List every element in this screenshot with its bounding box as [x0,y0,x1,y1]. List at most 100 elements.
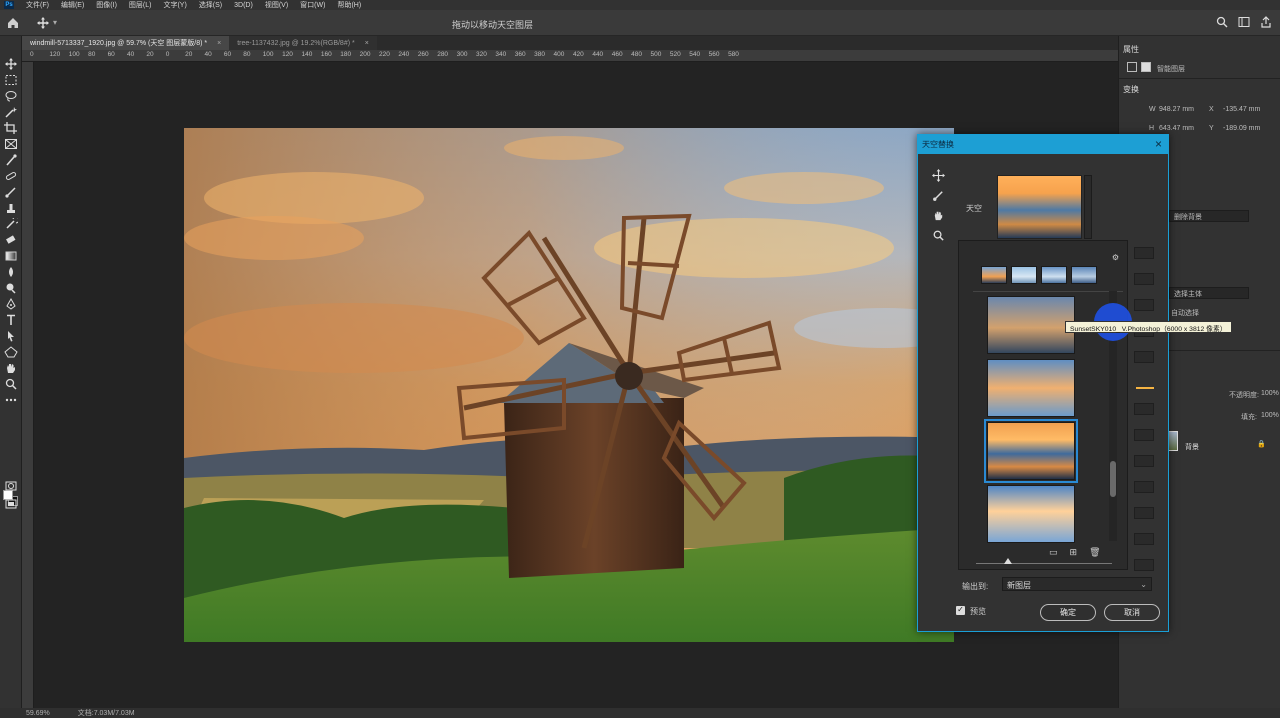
thumbnail-size-slider[interactable] [976,563,1112,564]
layer-name[interactable]: 背景 [1185,442,1199,452]
menu-window[interactable]: 窗口(W) [300,0,325,10]
menu-layer[interactable]: 图层(L) [129,0,152,10]
clone-stamp-icon[interactable] [4,202,18,214]
setting-field[interactable] [1134,507,1154,519]
menu-3d[interactable]: 3D(D) [234,2,253,9]
home-icon[interactable] [6,16,20,30]
menu-view[interactable]: 视图(V) [265,0,288,10]
lock-icon[interactable]: 🔒 [1257,440,1266,448]
sky-thumb-2[interactable] [987,359,1075,417]
zoom-level[interactable]: 59.69% [26,710,50,717]
setting-field[interactable] [1134,351,1154,363]
add-icon[interactable]: ⊞ [1070,547,1078,558]
search-icon[interactable] [1216,16,1228,28]
trash-icon[interactable]: 🗑 [1089,547,1100,558]
setting-field[interactable] [1134,403,1154,415]
sky-preset-mini-4[interactable] [1071,266,1097,284]
share-icon[interactable] [1260,16,1272,28]
fill-value[interactable]: 100% [1261,412,1279,419]
more-tools-icon[interactable] [4,394,18,406]
setting-field[interactable] [1134,429,1154,441]
menu-edit[interactable]: 编辑(E) [61,0,84,10]
sky-brush-icon[interactable] [932,189,946,203]
gradient-icon[interactable] [4,250,18,262]
screen-mode-icon[interactable] [4,498,18,510]
move-icon[interactable] [4,58,18,70]
sky-preset-mini-3[interactable] [1041,266,1067,284]
history-brush-icon[interactable] [4,216,20,230]
setting-field[interactable] [1134,533,1154,545]
tab-windmill[interactable]: windmill-5713337_1920.jpg @ 59.7% (天空 图层… [22,36,230,50]
ruler-tick-label: 560 [708,51,720,58]
ruler-vertical[interactable] [22,62,34,708]
quick-mask-icon[interactable] [4,480,18,492]
y-value[interactable]: -189.09 mm [1223,125,1260,132]
photoshop-logo[interactable]: Ps [4,1,14,9]
sky-preset-mini-2[interactable] [1011,266,1037,284]
sky-preset-preview[interactable] [997,175,1082,239]
setting-field[interactable] [1134,247,1154,259]
type-icon[interactable] [4,314,18,326]
folder-icon[interactable]: ▭ [1049,547,1058,558]
scrollbar-thumb[interactable] [1110,461,1116,497]
setting-field[interactable] [1134,273,1154,285]
magic-wand-icon[interactable] [4,106,18,118]
setting-field[interactable] [1134,559,1154,571]
healing-brush-icon[interactable] [4,170,18,182]
setting-field[interactable] [1134,299,1154,311]
crop-icon[interactable] [4,122,18,134]
ruler-tick-label: 520 [669,51,681,58]
hand-icon[interactable] [4,362,18,374]
remove-background-button[interactable]: 删除背景 [1169,210,1249,222]
frame-icon[interactable] [4,138,18,150]
menu-image[interactable]: 图像(I) [96,0,117,10]
x-value[interactable]: -135.47 mm [1223,106,1260,113]
menu-type[interactable]: 文字(Y) [163,0,186,10]
ok-button[interactable]: 确定 [1040,604,1096,621]
canvas-image-windmill[interactable] [184,128,954,642]
marquee-icon[interactable] [4,74,18,86]
menu-help[interactable]: 帮助(H) [337,0,361,10]
eraser-icon[interactable] [4,234,18,246]
sky-dropdown-toggle[interactable] [1084,175,1092,239]
select-subject-button[interactable]: 选择主体 [1169,287,1249,299]
slider-knob[interactable] [1004,558,1012,564]
setting-field[interactable] [1134,455,1154,467]
opacity-value[interactable]: 100% [1261,390,1279,397]
width-value[interactable]: 948.27 mm [1159,106,1194,113]
workspace-icon[interactable] [1238,16,1250,28]
menu-file[interactable]: 文件(F) [26,0,49,10]
path-selection-icon[interactable] [4,330,18,342]
sky-thumb-4[interactable] [987,485,1075,543]
ruler-horizontal[interactable]: 0 120 100 80 60 40 20 0 20 40 60 80 100 120 140 160 180 2… [22,50,1118,62]
blur-icon[interactable] [4,266,18,278]
pen-icon[interactable] [4,297,18,310]
lasso-icon[interactable] [4,90,18,102]
close-icon[interactable]: × [1155,137,1162,151]
close-icon[interactable]: × [365,40,369,47]
sky-thumb-1[interactable] [987,296,1075,354]
zoom-icon[interactable] [4,378,18,390]
output-to-select[interactable]: 新图层 ⌄ [1002,577,1152,591]
sky-move-icon[interactable] [932,169,946,183]
preview-checkbox[interactable]: ✓ [956,606,965,615]
zoom-icon[interactable] [932,229,946,243]
dodge-icon[interactable] [4,282,18,294]
hand-icon[interactable] [932,209,946,223]
move-tool-icon[interactable] [36,16,50,30]
gear-icon[interactable]: ⚙ [1112,253,1119,262]
setting-field[interactable] [1134,481,1154,493]
shape-icon[interactable] [4,346,18,358]
height-value[interactable]: 643.47 mm [1159,125,1194,132]
dialog-titlebar[interactable]: 天空替换 × [918,135,1168,154]
sky-preset-mini-1[interactable] [981,266,1007,284]
close-icon[interactable]: × [217,40,221,47]
cancel-button[interactable]: 取消 [1104,604,1160,621]
sky-thumb-3-selected[interactable] [984,419,1078,483]
brush-icon[interactable] [4,186,18,198]
tab-tree[interactable]: tree-1137432.jpg @ 19.2%(RGB/8#) * × [229,36,377,50]
eyedropper-icon[interactable] [4,154,18,166]
mask-icon[interactable] [1141,62,1151,72]
menu-select[interactable]: 选择(S) [199,0,222,10]
tool-preset-dropdown-icon[interactable]: ▾ [53,18,57,27]
